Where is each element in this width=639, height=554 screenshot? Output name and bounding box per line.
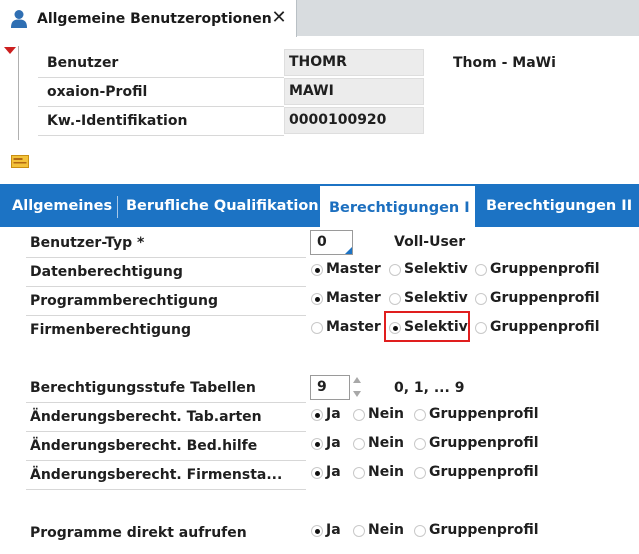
radio-dot [353, 467, 365, 479]
radio-dot [353, 525, 365, 537]
radio-label: Gruppenprofil [429, 435, 539, 451]
benutzer-typ-input[interactable]: 0 [310, 230, 353, 255]
radio-dot [353, 438, 365, 450]
berechtigungsstufe-label: Berechtigungsstufe Tabellen [30, 380, 256, 396]
radio-dot [414, 525, 426, 537]
window-title: Allgemeine Benutzeroptionen [37, 11, 272, 27]
row-datenberechtigung: Datenberechtigung [26, 259, 306, 287]
radio-dot [389, 264, 401, 276]
tab-separator [117, 196, 118, 218]
radio-label: Nein [368, 435, 404, 451]
row-benutzer-typ: Benutzer-Typ * [26, 230, 306, 258]
spinner-up-icon[interactable] [353, 377, 361, 383]
row-firmenberechtigung: Firmenberechtigung [26, 317, 306, 345]
berechtigungsstufe-hint: 0, 1, ... 9 [394, 380, 465, 396]
radio-label: Ja [326, 435, 341, 451]
radio-dot [414, 438, 426, 450]
firmenberechtigung-label: Firmenberechtigung [30, 322, 191, 338]
kw-id-value: 0000100920 [284, 107, 424, 134]
row-berechtigungsstufe: Berechtigungsstufe Tabellen [26, 375, 306, 403]
radio-label: Ja [326, 522, 341, 538]
aend-tab-arten-label: Änderungsberecht. Tab.arten [30, 409, 262, 425]
radio-label: Gruppenprofil [429, 406, 539, 422]
row-programme-direkt: Programme direkt aufrufen [26, 520, 306, 548]
radio-label: Selektiv [404, 261, 468, 277]
aend-bed-hilfe-label: Änderungsberecht. Bed.hilfe [30, 438, 258, 454]
spinner-icon[interactable] [353, 377, 361, 399]
tab-allgemeines[interactable]: Allgemeines [12, 184, 112, 227]
datenberechtigung-label: Datenberechtigung [30, 264, 183, 280]
radio-label: Master [326, 261, 381, 277]
berechtigungsstufe-input[interactable]: 9 [310, 375, 350, 400]
programme-direkt-label: Programme direkt aufrufen [30, 525, 247, 541]
radio-dot [311, 409, 323, 421]
radio-dot [475, 264, 487, 276]
row-programmberechtigung: Programmberechtigung [26, 288, 306, 316]
header-row-profil: oxaion-Profil MAWI [38, 78, 424, 106]
radio-label: Ja [326, 464, 341, 480]
radio-label: Gruppenprofil [490, 261, 600, 277]
profil-value: MAWI [284, 78, 424, 105]
radio-dot [414, 467, 426, 479]
kw-id-label: Kw.-Identifikation [47, 113, 188, 129]
radio-dot [311, 438, 323, 450]
radio-label: Nein [368, 406, 404, 422]
radio-label: Master [326, 290, 381, 306]
radio-label: Nein [368, 522, 404, 538]
tab-bar: Allgemeines Berufliche Qualifikation Ber… [0, 184, 639, 227]
document-tab[interactable]: Allgemeine Benutzeroptionen ✕ [0, 0, 297, 37]
note-icon[interactable] [11, 155, 29, 168]
radio-dot [311, 525, 323, 537]
window-tab-strip: Allgemeine Benutzeroptionen ✕ [0, 0, 639, 37]
user-icon [11, 10, 27, 28]
tab-berufliche-qualifikation[interactable]: Berufliche Qualifikation [126, 184, 319, 227]
tab-berechtigungen-2[interactable]: Berechtigungen II [486, 184, 632, 227]
programmberechtigung-label: Programmberechtigung [30, 293, 218, 309]
radio-dot [475, 293, 487, 305]
radio-dot [311, 322, 323, 334]
radio-dot [353, 409, 365, 421]
row-aend-bed-hilfe: Änderungsberecht. Bed.hilfe [26, 433, 306, 461]
radio-dot [475, 322, 487, 334]
selection-highlight-box [384, 311, 470, 342]
radio-label: Selektiv [404, 290, 468, 306]
benutzer-typ-label: Benutzer-Typ * [30, 235, 145, 251]
radio-label: Gruppenprofil [429, 522, 539, 538]
collapse-arrow-icon[interactable] [4, 47, 16, 54]
spinner-down-icon[interactable] [353, 391, 361, 397]
header-divider [18, 46, 19, 140]
radio-label: Gruppenprofil [490, 290, 600, 306]
divider [38, 135, 284, 136]
row-aend-firmensta: Änderungsberecht. Firmensta... [26, 462, 306, 490]
tab-berechtigungen-1[interactable]: Berechtigungen I [320, 184, 475, 227]
dropdown-corner-icon [345, 247, 352, 254]
radio-label: Gruppenprofil [490, 319, 600, 335]
profil-label: oxaion-Profil [47, 84, 148, 100]
radio-label: Nein [368, 464, 404, 480]
radio-dot [311, 467, 323, 479]
benutzer-value: THOMR [284, 49, 424, 76]
benutzer-typ-description: Voll-User [394, 234, 466, 250]
benutzer-label: Benutzer [47, 55, 119, 71]
benutzer-typ-value: 0 [317, 234, 327, 250]
close-icon[interactable]: ✕ [270, 8, 288, 28]
radio-dot [311, 293, 323, 305]
user-description: Thom - MaWi [453, 55, 556, 71]
radio-dot [389, 293, 401, 305]
header-row-benutzer: Benutzer THOMR [38, 49, 424, 77]
radio-dot [311, 264, 323, 276]
radio-dot [414, 409, 426, 421]
radio-label: Master [326, 319, 381, 335]
row-aend-tab-arten: Änderungsberecht. Tab.arten [26, 404, 306, 432]
aend-firmensta-label: Änderungsberecht. Firmensta... [30, 467, 283, 483]
radio-label: Gruppenprofil [429, 464, 539, 480]
radio-label: Ja [326, 406, 341, 422]
header-row-kw-id: Kw.-Identifikation 0000100920 [38, 107, 424, 135]
